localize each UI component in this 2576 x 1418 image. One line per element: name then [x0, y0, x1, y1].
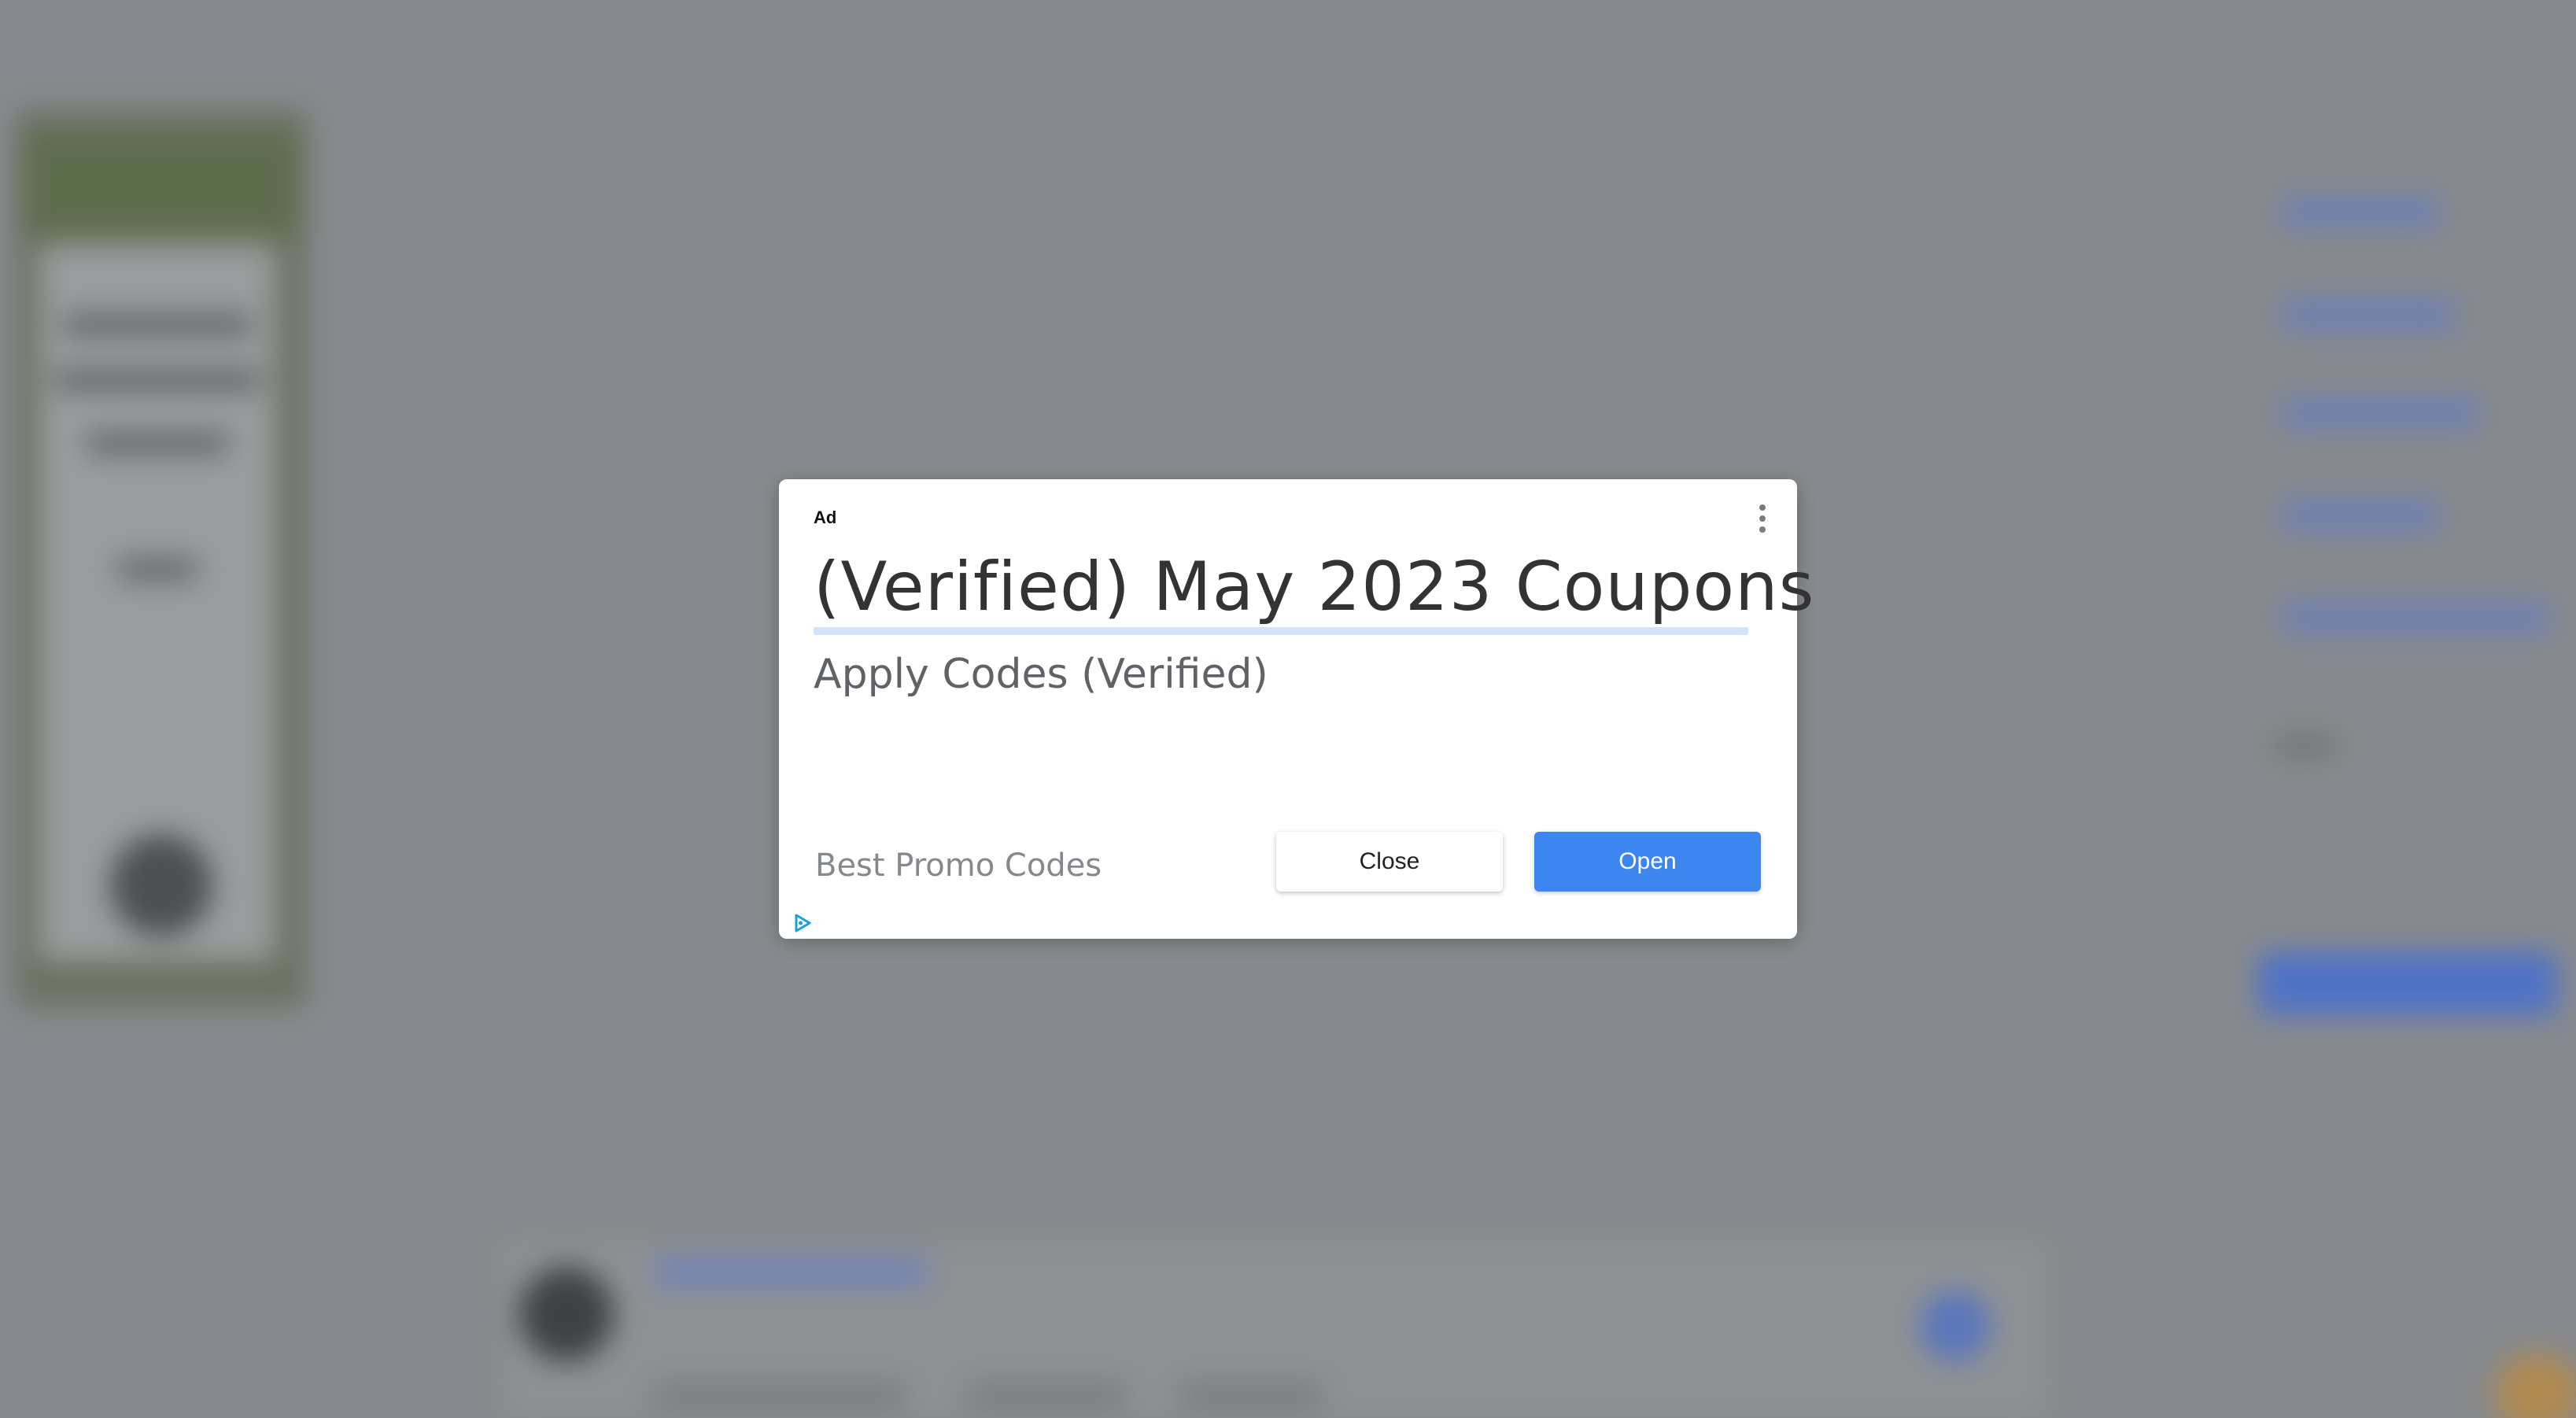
background-text-line — [653, 1385, 905, 1405]
background-text-line — [63, 315, 252, 335]
background-nav-link — [2282, 397, 2478, 429]
background-text-line — [87, 433, 228, 453]
more-vert-icon[interactable] — [1755, 501, 1770, 536]
background-nav-link — [2282, 602, 2549, 633]
close-button[interactable]: Close — [1276, 832, 1503, 892]
background-side-ad-circle — [110, 834, 212, 936]
headline-underline — [814, 627, 1748, 635]
background-text-line — [968, 1385, 1125, 1405]
background-blue-button — [2258, 952, 2557, 1015]
background-avatar — [519, 1267, 614, 1361]
page: Ad (Verified) May 2023 Coupons Apply Cod… — [0, 0, 2576, 1418]
background-text-line — [1180, 1385, 1322, 1405]
background-nav-link — [2282, 500, 2439, 531]
ad-headline[interactable]: (Verified) May 2023 Coupons — [814, 550, 1814, 625]
background-blue-dot — [1920, 1291, 1991, 1361]
ad-advertiser-name: Best Promo Codes — [815, 847, 1102, 884]
background-bottom-link — [653, 1259, 928, 1286]
background-text-line — [55, 370, 260, 390]
adchoices-icon[interactable] — [792, 912, 814, 934]
ad-label: Ad — [814, 508, 837, 527]
background-nav-link — [2282, 197, 2439, 228]
open-button[interactable]: Open — [1534, 832, 1761, 892]
background-side-ad-image — [24, 134, 299, 236]
background-text-line — [118, 559, 197, 579]
ad-subtitle: Apply Codes (Verified) — [814, 651, 1268, 698]
background-orange-badge — [2494, 1353, 2576, 1418]
interstitial-ad-dialog: Ad (Verified) May 2023 Coupons Apply Cod… — [779, 479, 1814, 939]
background-nav-link — [2282, 299, 2455, 330]
background-text-line — [2274, 736, 2337, 756]
